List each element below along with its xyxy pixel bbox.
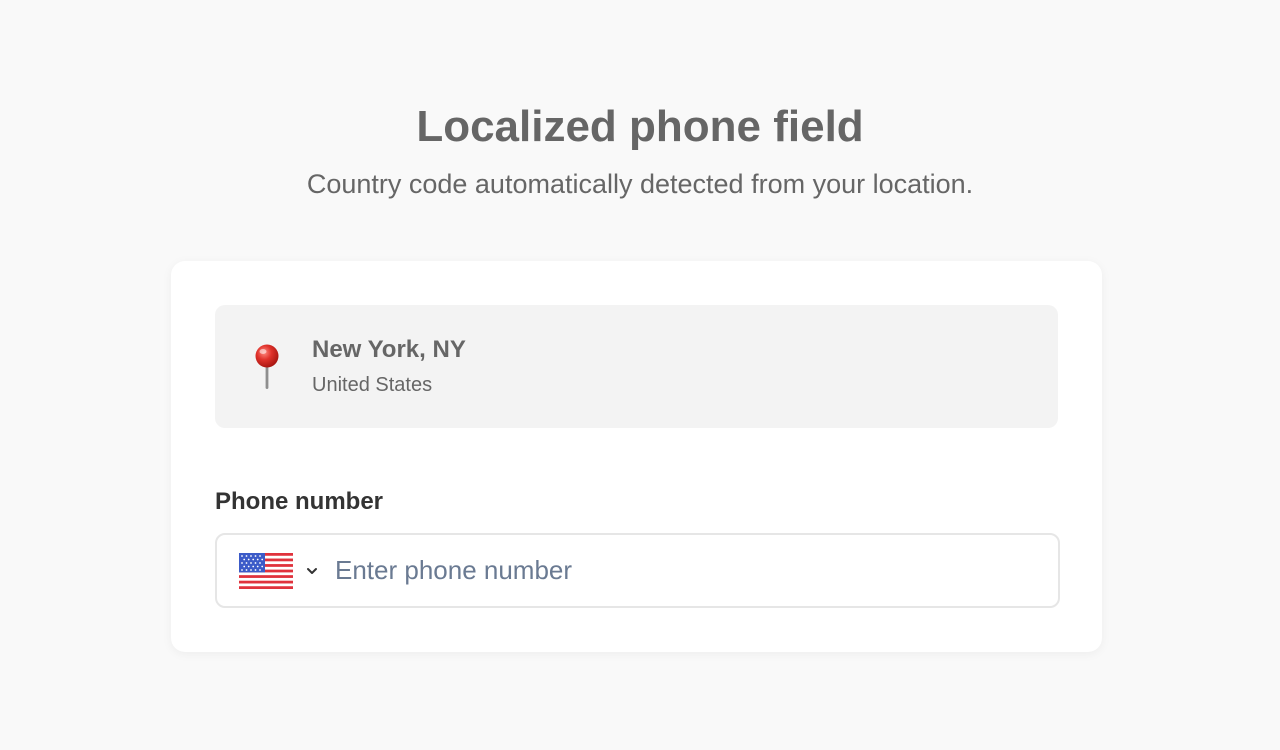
map-pin-icon (255, 344, 279, 389)
phone-number-input[interactable] (335, 549, 1035, 591)
us-flag-icon (239, 553, 293, 589)
page-title: Localized phone field (416, 102, 864, 151)
location-city: New York, NY (312, 336, 466, 363)
page: Localized phone field Country code autom… (0, 0, 1280, 750)
location-panel: New York, NY United States (215, 305, 1058, 428)
location-country: United States (312, 374, 433, 396)
phone-card: New York, NY United States Phone number (171, 261, 1102, 652)
phone-field (215, 533, 1060, 608)
phone-number-label: Phone number (215, 488, 384, 515)
country-code-select[interactable] (239, 553, 329, 589)
page-subtitle: Country code automatically detected from… (306, 169, 974, 199)
chevron-down-icon (307, 568, 317, 574)
